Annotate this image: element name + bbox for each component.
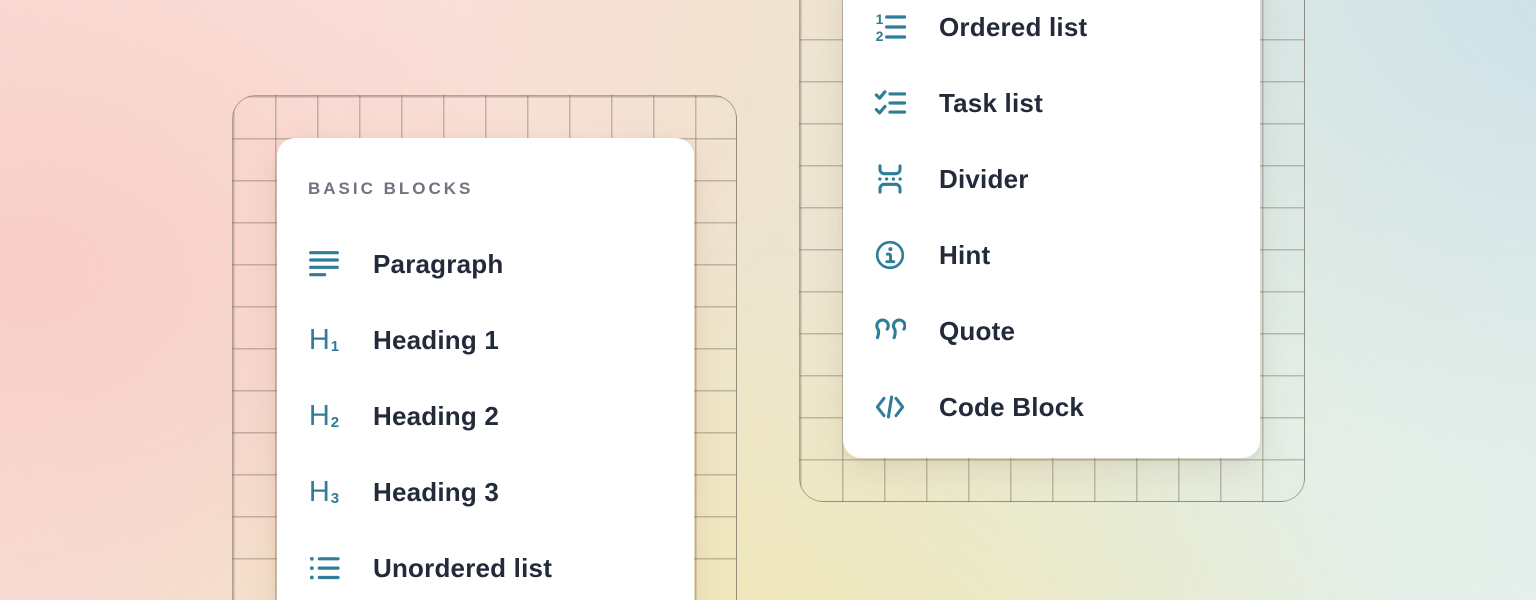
blocks-menu-right: 1 2 Ordered list Task list xyxy=(843,0,1260,458)
unordered-list-icon xyxy=(308,552,340,584)
menu-item-label: Ordered list xyxy=(939,12,1087,43)
menu-item-label: Task list xyxy=(939,88,1043,119)
menu-item-label: Heading 2 xyxy=(373,401,499,432)
section-header: BASIC BLOCKS xyxy=(308,178,694,200)
menu-item-code-block[interactable]: Code Block xyxy=(874,369,1260,445)
heading-2-icon: H2 xyxy=(308,400,340,432)
menu-item-label: Heading 1 xyxy=(373,325,499,356)
hint-icon xyxy=(874,239,906,271)
menu-item-label: Divider xyxy=(939,164,1029,195)
menu-item-hint[interactable]: Hint xyxy=(874,217,1260,293)
menu-item-label: Code Block xyxy=(939,392,1084,423)
menu-item-heading-2[interactable]: H2 Heading 2 xyxy=(308,378,694,454)
heading-3-icon: H3 xyxy=(308,476,340,508)
menu-item-label: Heading 3 xyxy=(373,477,499,508)
menu-item-unordered-list[interactable]: Unordered list xyxy=(308,530,694,600)
menu-item-heading-1[interactable]: H1 Heading 1 xyxy=(308,302,694,378)
quote-icon xyxy=(874,315,906,347)
menu-item-label: Hint xyxy=(939,240,990,271)
basic-blocks-menu: BASIC BLOCKS Paragraph H1 Heading 1 H2 H… xyxy=(277,138,694,600)
menu-item-divider[interactable]: Divider xyxy=(874,141,1260,217)
task-list-icon xyxy=(874,87,906,119)
menu-item-label: Quote xyxy=(939,316,1015,347)
menu-item-paragraph[interactable]: Paragraph xyxy=(308,226,694,302)
menu-item-task-list[interactable]: Task list xyxy=(874,65,1260,141)
paragraph-icon xyxy=(308,248,340,280)
heading-1-icon: H1 xyxy=(308,324,340,356)
menu-item-quote[interactable]: Quote xyxy=(874,293,1260,369)
menu-item-label: Paragraph xyxy=(373,249,503,280)
menu-item-label: Unordered list xyxy=(373,553,552,584)
svg-text:1: 1 xyxy=(876,11,884,27)
ordered-list-icon: 1 2 xyxy=(874,11,906,43)
divider-icon xyxy=(874,163,906,195)
menu-item-heading-3[interactable]: H3 Heading 3 xyxy=(308,454,694,530)
svg-text:2: 2 xyxy=(876,28,884,43)
menu-item-ordered-list[interactable]: 1 2 Ordered list xyxy=(874,0,1260,65)
code-block-icon xyxy=(874,391,906,423)
